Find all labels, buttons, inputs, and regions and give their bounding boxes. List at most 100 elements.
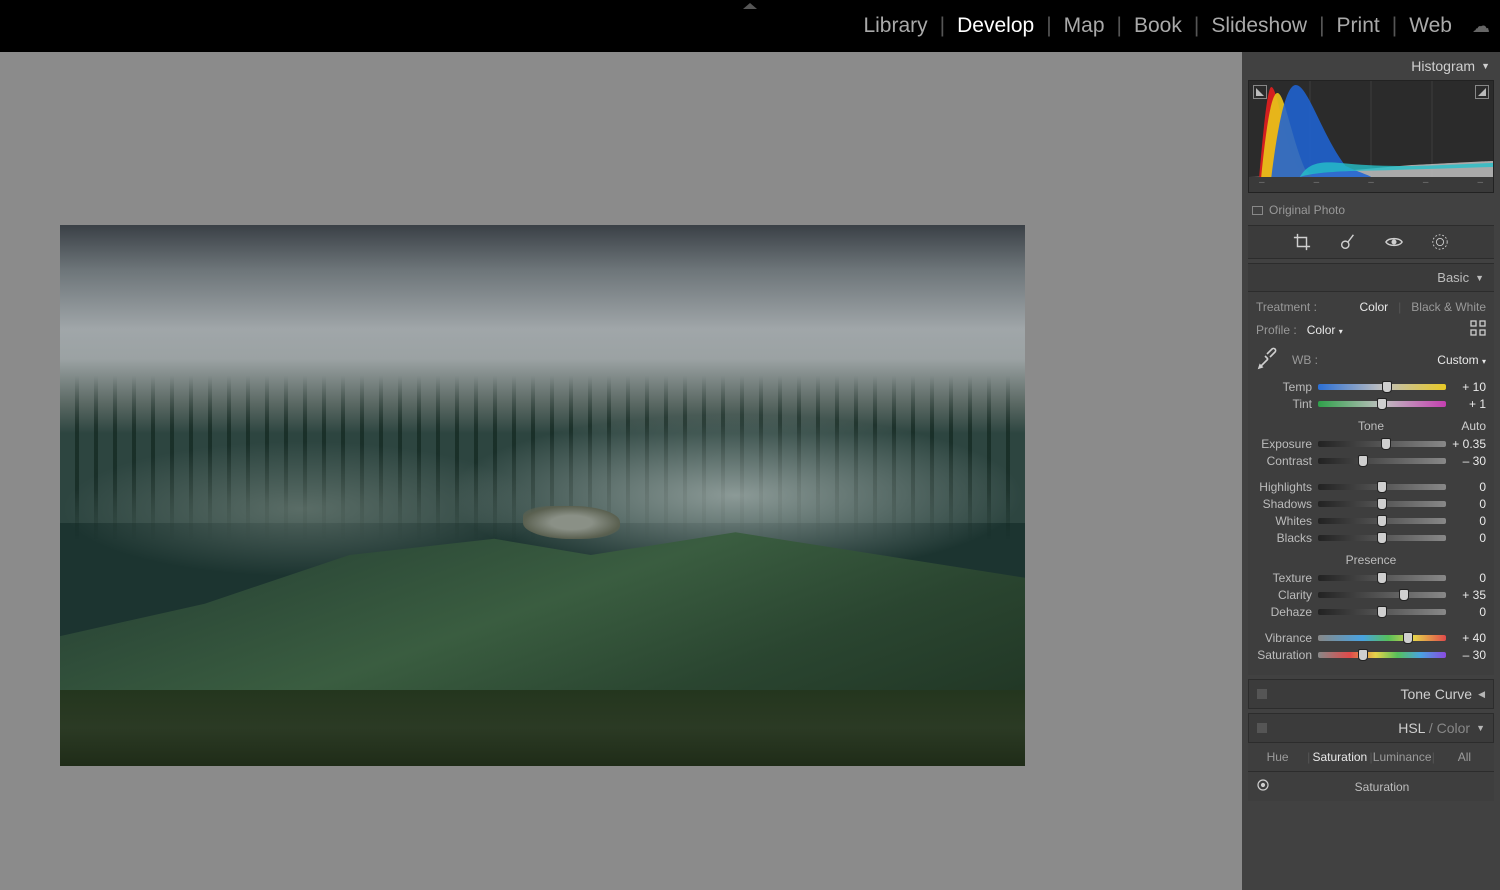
hsl-panel-header[interactable]: HSL / Color ▼ — [1248, 713, 1494, 743]
masking-tool-icon[interactable] — [1431, 233, 1449, 251]
texture-slider[interactable]: Texture 0 — [1256, 571, 1486, 585]
vibrance-track[interactable] — [1318, 635, 1446, 641]
texture-value[interactable]: 0 — [1452, 571, 1486, 585]
module-map[interactable]: Map — [1052, 14, 1117, 38]
contrast-value[interactable]: – 30 — [1452, 454, 1486, 468]
profile-dropdown[interactable]: Color ▾ — [1307, 323, 1343, 337]
tint-label: Tint — [1256, 397, 1312, 411]
treatment-color-option[interactable]: Color — [1359, 300, 1388, 314]
temp-value[interactable]: + 10 — [1452, 380, 1486, 394]
panel-switch-icon[interactable] — [1257, 723, 1267, 733]
collapse-icon: ▼ — [1476, 723, 1485, 733]
hsl-tab-luminance[interactable]: Luminance — [1373, 743, 1432, 771]
histogram-panel-header[interactable]: Histogram ▼ — [1242, 52, 1500, 80]
exposure-track[interactable] — [1318, 441, 1446, 447]
module-picker-bar: Library|Develop|Map|Book|Slideshow|Print… — [0, 0, 1500, 52]
highlights-thumb[interactable] — [1377, 481, 1387, 493]
blacks-thumb[interactable] — [1377, 532, 1387, 544]
hsl-tab-saturation[interactable]: Saturation — [1310, 743, 1369, 771]
blacks-value[interactable]: 0 — [1452, 531, 1486, 545]
photo-preview[interactable] — [60, 225, 1025, 766]
tint-slider[interactable]: Tint + 1 — [1256, 397, 1486, 411]
temp-slider[interactable]: Temp+ 10 — [1256, 380, 1486, 394]
auto-tone-button[interactable]: Auto — [1461, 419, 1486, 433]
temp-track[interactable] — [1318, 384, 1446, 390]
module-book[interactable]: Book — [1122, 14, 1194, 38]
original-photo-toggle[interactable]: Original Photo — [1242, 199, 1500, 225]
dehaze-thumb[interactable] — [1377, 606, 1387, 618]
histogram[interactable]: ––––– — [1248, 80, 1494, 193]
texture-thumb[interactable] — [1377, 572, 1387, 584]
tint-value[interactable]: + 1 — [1452, 397, 1486, 411]
spot-removal-tool-icon[interactable] — [1339, 233, 1357, 251]
highlights-track[interactable] — [1318, 484, 1446, 490]
module-slideshow[interactable]: Slideshow — [1199, 14, 1319, 38]
shadows-track[interactable] — [1318, 501, 1446, 507]
cloud-sync-icon[interactable]: ☁ — [1472, 16, 1490, 37]
wb-dropdown[interactable]: Custom ▾ — [1437, 353, 1486, 367]
tool-strip — [1248, 225, 1494, 259]
whites-slider[interactable]: Whites 0 — [1256, 514, 1486, 528]
whites-thumb[interactable] — [1377, 515, 1387, 527]
highlights-slider[interactable]: Highlights 0 — [1256, 480, 1486, 494]
blacks-slider[interactable]: Blacks0 — [1256, 531, 1486, 545]
clarity-label: Clarity — [1256, 588, 1312, 602]
temp-thumb[interactable] — [1382, 381, 1392, 393]
blacks-track[interactable] — [1318, 535, 1446, 541]
panel-expand-icon[interactable] — [743, 3, 757, 9]
contrast-label: Contrast — [1256, 454, 1312, 468]
clarity-slider[interactable]: Clarity + 35 — [1256, 588, 1486, 602]
exposure-slider[interactable]: Exposure+ 0.35 — [1256, 437, 1486, 451]
contrast-slider[interactable]: Contrast – 30 — [1256, 454, 1486, 468]
panel-switch-icon[interactable] — [1257, 689, 1267, 699]
profile-browser-icon[interactable] — [1470, 320, 1486, 339]
vibrance-thumb[interactable] — [1403, 632, 1413, 644]
module-develop[interactable]: Develop — [945, 14, 1046, 38]
exposure-thumb[interactable] — [1381, 438, 1391, 450]
texture-label: Texture — [1256, 571, 1312, 585]
basic-panel-header[interactable]: Basic ▼ — [1248, 263, 1494, 292]
dehaze-track[interactable] — [1318, 609, 1446, 615]
targeted-adjustment-icon[interactable] — [1256, 778, 1270, 795]
module-library[interactable]: Library — [851, 14, 939, 38]
whites-label: Whites — [1256, 514, 1312, 528]
tint-track[interactable] — [1318, 401, 1446, 407]
wb-eyedropper-icon[interactable] — [1256, 345, 1282, 374]
saturation-slider[interactable]: Saturation– 30 — [1256, 648, 1486, 662]
image-canvas[interactable] — [0, 52, 1242, 890]
shadows-slider[interactable]: Shadows0 — [1256, 497, 1486, 511]
treatment-bw-option[interactable]: Black & White — [1411, 300, 1486, 314]
whites-track[interactable] — [1318, 518, 1446, 524]
clarity-value[interactable]: + 35 — [1452, 588, 1486, 602]
redeye-tool-icon[interactable] — [1385, 233, 1403, 251]
texture-track[interactable] — [1318, 575, 1446, 581]
shadow-clipping-toggle[interactable] — [1253, 85, 1267, 99]
module-web[interactable]: Web — [1397, 14, 1464, 38]
whites-value[interactable]: 0 — [1452, 514, 1486, 528]
highlights-label: Highlights — [1256, 480, 1312, 494]
exposure-value[interactable]: + 0.35 — [1452, 437, 1486, 451]
dehaze-slider[interactable]: Dehaze0 — [1256, 605, 1486, 619]
module-print[interactable]: Print — [1325, 14, 1392, 38]
develop-right-panel: Histogram ▼ ––––– — [1242, 52, 1500, 890]
contrast-track[interactable] — [1318, 458, 1446, 464]
dehaze-value[interactable]: 0 — [1452, 605, 1486, 619]
shadows-value[interactable]: 0 — [1452, 497, 1486, 511]
collapse-icon: ▼ — [1475, 273, 1484, 283]
highlight-clipping-toggle[interactable] — [1475, 85, 1489, 99]
vibrance-slider[interactable]: Vibrance+ 40 — [1256, 631, 1486, 645]
hsl-tab-all[interactable]: All — [1435, 743, 1494, 771]
clarity-track[interactable] — [1318, 592, 1446, 598]
tint-thumb[interactable] — [1377, 398, 1387, 410]
shadows-thumb[interactable] — [1377, 498, 1387, 510]
crop-tool-icon[interactable] — [1293, 233, 1311, 251]
highlights-value[interactable]: 0 — [1452, 480, 1486, 494]
saturation-value[interactable]: – 30 — [1452, 648, 1486, 662]
hsl-tab-hue[interactable]: Hue — [1248, 743, 1307, 771]
saturation-thumb[interactable] — [1358, 649, 1368, 661]
vibrance-value[interactable]: + 40 — [1452, 631, 1486, 645]
contrast-thumb[interactable] — [1358, 455, 1368, 467]
tone-curve-panel-header[interactable]: Tone Curve ◀ — [1248, 679, 1494, 709]
saturation-track[interactable] — [1318, 652, 1446, 658]
clarity-thumb[interactable] — [1399, 589, 1409, 601]
